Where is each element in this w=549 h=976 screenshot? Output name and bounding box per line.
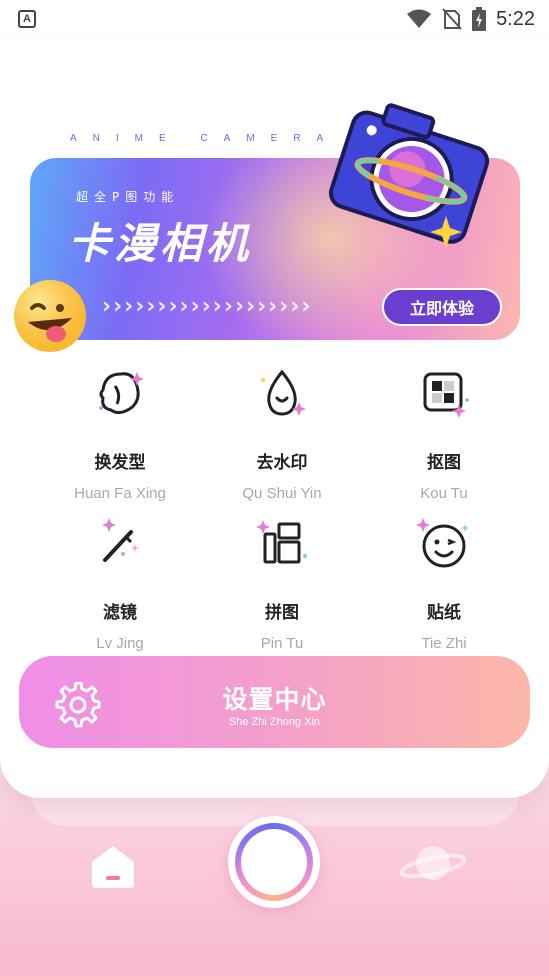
feature-subtitle: Kou Tu <box>420 485 468 502</box>
water-drop-icon <box>261 369 306 416</box>
feature-subtitle: Qu Shui Yin <box>242 485 322 502</box>
cutout-icon <box>423 372 469 418</box>
banner-title: 卡漫相机 <box>68 219 253 268</box>
hair-head-icon <box>99 372 144 415</box>
try-now-button[interactable]: 立即体验 <box>382 288 502 326</box>
feature-subtitle: Tie Zhi <box>421 635 467 652</box>
status-right: 5:22 <box>406 6 535 32</box>
sticker-smile-icon <box>416 518 469 568</box>
feature-title: 去水印 <box>256 453 308 473</box>
feature-hair[interactable]: 换发型 Huan Fa Xing <box>40 364 200 502</box>
settings-center-button[interactable]: 设置中心 She Zhi Zhong Xin <box>19 656 530 748</box>
planet-icon[interactable] <box>400 840 466 886</box>
feature-sticker[interactable]: 贴纸 Tie Zhi <box>364 514 524 652</box>
feature-collage[interactable]: 拼图 Pin Tu <box>202 514 362 652</box>
collage-icon <box>256 520 307 564</box>
no-sim-icon <box>442 8 462 30</box>
feature-cutout[interactable]: 抠图 Kou Tu <box>364 364 524 502</box>
feature-watermark[interactable]: 去水印 Qu Shui Yin <box>202 364 362 502</box>
settings-subtitle: She Zhi Zhong Xin <box>228 716 321 728</box>
feature-title: 拼图 <box>265 603 299 623</box>
status-time: 5:22 <box>496 7 535 30</box>
banner-arrows: › › › › › › › › › › › › › › › › › › › <box>102 294 311 319</box>
settings-title: 设置中心 <box>222 685 327 714</box>
feature-title: 滤镜 <box>103 603 137 623</box>
shutter-ring <box>235 823 313 901</box>
banner-subtitle: 超全P图功能 <box>76 190 180 204</box>
camera-illustration-icon <box>328 103 490 248</box>
shutter-button[interactable] <box>228 816 320 908</box>
battery-charging-icon <box>472 7 487 31</box>
feature-filter[interactable]: 滤镜 Lv Jing <box>40 514 200 652</box>
shutter-inner <box>241 829 307 895</box>
magic-wand-icon <box>102 518 139 562</box>
home-icon[interactable] <box>90 844 136 888</box>
feature-title: 换发型 <box>94 453 146 473</box>
wifi-icon <box>407 9 432 28</box>
feature-title: 贴纸 <box>427 603 461 623</box>
tongue-emoji-icon <box>14 280 86 352</box>
feature-title: 抠图 <box>427 453 461 473</box>
feature-subtitle: Huan Fa Xing <box>74 485 166 502</box>
feature-subtitle: Pin Tu <box>260 635 304 652</box>
feature-subtitle: Lv Jing <box>96 635 144 652</box>
anime-camera-tagline: ANIME CAMERA <box>70 133 340 144</box>
app-notification-icon: A <box>18 10 36 28</box>
status-bar: A 5:22 <box>0 0 549 38</box>
